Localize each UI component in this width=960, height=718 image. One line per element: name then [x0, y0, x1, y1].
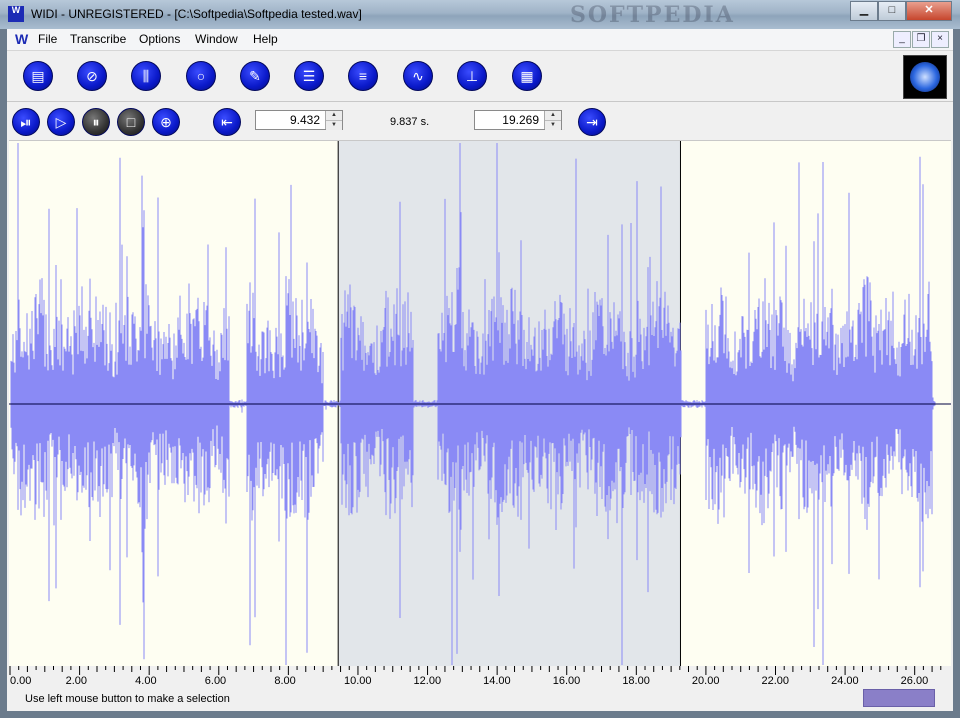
play-selection-icon: ⏯	[20, 114, 32, 130]
mdi-restore-button[interactable]: ❐	[912, 31, 930, 48]
circle-icon: ○	[196, 68, 206, 84]
menu-bar: W File Transcribe Options Window Help _ …	[7, 29, 953, 51]
play-button[interactable]: ▷	[47, 108, 75, 136]
ruler-label: 20.00	[691, 675, 720, 687]
microphone-button[interactable]: ✎	[240, 61, 270, 91]
stop-icon: □	[126, 114, 136, 130]
stack-button[interactable]: ▦	[512, 61, 542, 91]
bars-icon: ≡	[358, 68, 368, 84]
spin-up-icon[interactable]: ▲	[326, 111, 342, 120]
ruler-label: 4.00	[135, 675, 157, 687]
new-document-button[interactable]: ▤	[23, 61, 53, 91]
loop-button[interactable]: ⊕	[152, 108, 180, 136]
title-bar: W WIDI - UNREGISTERED - [C:\Softpedia\So…	[0, 0, 960, 29]
window-title: WIDI - UNREGISTERED - [C:\Softpedia\Soft…	[31, 7, 362, 21]
menu-window[interactable]: Window	[195, 32, 238, 46]
go-to-start-button[interactable]: ⇤	[213, 108, 241, 136]
menu-options[interactable]: Options	[139, 32, 180, 46]
ruler-label: 22.00	[761, 675, 790, 687]
waveform-icon: ∿	[412, 68, 424, 84]
mdi-close-button[interactable]: ×	[931, 31, 949, 48]
ruler-label: 0.00	[10, 675, 32, 687]
spin-down-icon[interactable]: ▼	[545, 120, 561, 130]
pitch-button[interactable]: ⊥	[457, 61, 487, 91]
microphone-icon: ✎	[249, 68, 261, 84]
go-to-end-button[interactable]: ⇥	[578, 108, 606, 136]
pitch-icon: ⊥	[465, 68, 479, 84]
list-button[interactable]: ☰	[294, 61, 324, 91]
ruler-label: 14.00	[483, 675, 511, 687]
minimize-button[interactable]: ▁	[850, 1, 878, 21]
ruler-label: 10.00	[343, 675, 372, 687]
pause-icon: ⏸	[92, 114, 100, 130]
menu-help[interactable]: Help	[253, 32, 278, 46]
widi-logo	[903, 55, 947, 99]
loop-icon: ⊕	[160, 114, 172, 130]
mdi-minimize-button[interactable]: _	[893, 31, 911, 48]
bars-button[interactable]: ≡	[348, 61, 378, 91]
ruler-label: 2.00	[65, 675, 87, 687]
go-to-start-icon: ⇤	[221, 114, 233, 130]
go-to-end-icon: ⇥	[586, 114, 598, 130]
ruler-label: 12.00	[413, 675, 442, 687]
selection-end-stepper[interactable]: ▲ ▼	[544, 111, 561, 130]
waveform-graphic[interactable]	[9, 141, 951, 667]
maximize-button[interactable]: □	[878, 1, 906, 21]
app-icon[interactable]: W	[8, 6, 24, 22]
selection-end-field[interactable]: 19.269 ▲ ▼	[474, 110, 562, 130]
waveform-view[interactable]	[9, 140, 951, 667]
ruler-label: 16.00	[552, 675, 581, 687]
time-ruler: 0.00 2.00 4.00 6.00 8.00 10.00 12.00 14.00 16.00…	[7, 666, 953, 688]
stop-button[interactable]: □	[117, 108, 145, 136]
selection-start-stepper[interactable]: ▲ ▼	[325, 111, 342, 130]
close-icon: ✕	[924, 4, 934, 16]
pause-button[interactable]: ⏸	[82, 108, 110, 136]
spin-down-icon[interactable]: ▼	[326, 120, 342, 130]
ruler-label: 26.00	[900, 675, 929, 687]
spectrum-button[interactable]: ⫼	[131, 61, 161, 91]
circle-button[interactable]: ○	[186, 61, 216, 91]
play-selection-button[interactable]: ⏯	[12, 108, 40, 136]
no-document-button[interactable]: ⊘	[77, 61, 107, 91]
logo-icon	[910, 62, 940, 92]
ruler-label: 8.00	[274, 675, 296, 687]
menu-transcribe[interactable]: Transcribe	[70, 32, 126, 46]
main-frame: W File Transcribe Options Window Help _ …	[7, 29, 953, 711]
window-controls: ▁ □ ✕	[850, 1, 952, 21]
new-document-icon: ▤	[31, 68, 45, 84]
menu-file[interactable]: File	[38, 32, 57, 46]
ruler-label: 18.00	[622, 675, 650, 687]
main-toolbar: ▤ ⊘ ⫼ ○ ✎ ☰ ≡ ∿ ⊥ ▦	[7, 51, 953, 102]
watermark-text: SOFTPEDIA	[570, 2, 735, 28]
selection-start-value: 9.432	[289, 113, 320, 127]
status-indicator	[863, 689, 935, 707]
list-icon: ☰	[302, 68, 316, 84]
spectrum-icon: ⫼	[142, 68, 150, 84]
ruler-label: 24.00	[831, 675, 859, 687]
selection-length: 9.837 s.	[390, 116, 430, 128]
close-button[interactable]: ✕	[906, 1, 952, 21]
status-text: Use left mouse button to make a selectio…	[25, 693, 230, 705]
selection-start-field[interactable]: 9.432 ▲ ▼	[255, 110, 343, 130]
transport-toolbar: ⏯ ▷ ⏸ □ ⊕ ⇤ 9.432 ▲ ▼ 9.837 s. 19.269 ▲ ▼ …	[7, 102, 953, 140]
waveform-button[interactable]: ∿	[403, 61, 433, 91]
play-icon: ▷	[55, 114, 67, 130]
stack-icon: ▦	[520, 68, 534, 84]
status-bar: Use left mouse button to make a selectio…	[7, 688, 953, 711]
mdi-controls: _ ❐ ×	[893, 31, 949, 48]
maximize-icon: □	[888, 4, 896, 16]
document-icon[interactable]: W	[15, 31, 31, 47]
spin-up-icon[interactable]: ▲	[545, 111, 561, 120]
no-document-icon: ⊘	[86, 68, 98, 84]
selection-end-value: 19.269	[502, 113, 539, 127]
minimize-icon: ▁	[859, 4, 869, 16]
ruler-label: 6.00	[204, 675, 227, 687]
